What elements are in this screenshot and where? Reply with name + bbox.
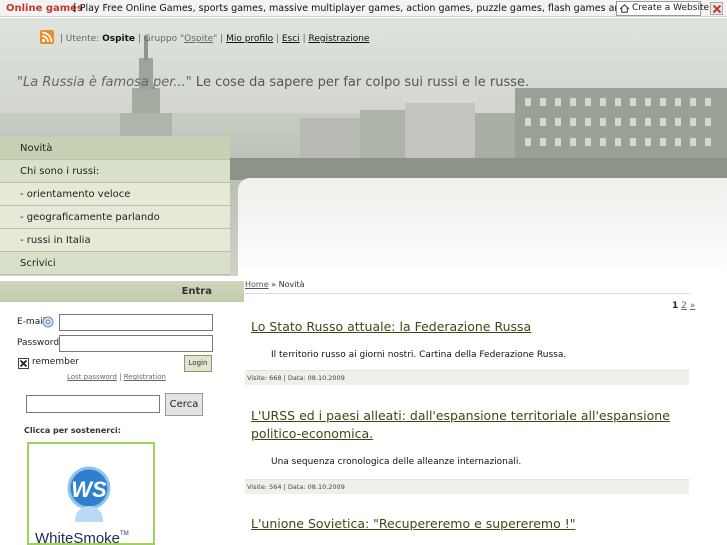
menu-item-scrivici[interactable]: Scrivici [0, 252, 230, 275]
create-website-button[interactable]: Create a Website [616, 1, 709, 16]
lost-password-link[interactable]: Lost password [67, 373, 117, 381]
create-website-label: Create a Website [632, 3, 710, 13]
whitesmoke-logo-icon: WS [67, 466, 111, 522]
checkmark-icon [19, 359, 28, 368]
close-ad-button[interactable] [710, 2, 723, 15]
remember-checkbox[interactable] [18, 358, 29, 369]
pagination: 1 2 » [672, 301, 695, 311]
login-links: Lost password | Registration [67, 373, 166, 381]
tagline-text: Le cose da sapere per far colpo sui russ… [191, 75, 530, 90]
menu-item-chi-sono[interactable]: Chi sono i russi: [0, 160, 230, 183]
header-river [238, 178, 727, 276]
login-button[interactable]: Login [184, 355, 212, 372]
links-sep: | [116, 373, 124, 381]
svg-text:WS: WS [71, 477, 107, 502]
login-header: Entra [0, 281, 244, 302]
search-input[interactable] [26, 395, 160, 413]
menu-item-russi-italia[interactable]: - russi in Italia [0, 229, 230, 252]
user-bar: | Utente: Ospite | Gruppo "Ospite" | Mio… [40, 30, 369, 44]
article-summary: Il territorio russo ai giorni nostri. Ca… [271, 350, 567, 360]
menu-item-geografia[interactable]: - geograficamente parlando [0, 206, 230, 229]
ad-brand-link[interactable]: Online games [6, 0, 83, 17]
close-icon [712, 4, 722, 14]
ad-promo-text[interactable]: [ Play Free Online Games, sports games, … [73, 0, 664, 17]
email-field[interactable] [59, 314, 213, 331]
article-meta: Visite: 564 | Data: 08.10.2009 [245, 479, 689, 494]
article-summary: Una sequenza cronologica delle alleanze … [271, 457, 522, 467]
sidebar-menu: Novità Chi sono i russi: - orientamento … [0, 137, 230, 275]
breadcrumb-sep: » [268, 280, 279, 289]
user-group: Ospite [184, 34, 214, 44]
tagline-quote: "La Russia è famosa per..." [17, 75, 192, 90]
remember-label: remember [32, 357, 80, 367]
userbar-sep: | Utente: [57, 34, 103, 44]
page-link-2[interactable]: 2 [681, 301, 687, 311]
user-name: Ospite [102, 34, 136, 44]
ad-bar: Online games [ Play Free Online Games, s… [0, 0, 727, 17]
house-icon [620, 4, 629, 13]
profile-link[interactable]: Mio profilo [226, 34, 273, 44]
page-next-link[interactable]: » [690, 301, 696, 311]
whitesmoke-banner[interactable]: WS WhiteSmokeTM [27, 442, 155, 545]
support-label: Clicca per sostenerci: [24, 426, 121, 435]
article-meta: Visite: 668 | Data: 08.10.2009 [245, 370, 689, 385]
registration-link[interactable]: Registration [124, 373, 166, 381]
logout-link[interactable]: Esci [282, 34, 300, 44]
userbar-sep: | Gruppo " [135, 34, 185, 44]
menu-item-orientamento[interactable]: - orientamento veloce [0, 183, 230, 206]
password-label: Password: [17, 338, 63, 348]
password-field[interactable] [59, 335, 213, 352]
userbar-sep: " | [213, 34, 227, 44]
menu-item-novita[interactable]: Novità [0, 137, 230, 160]
register-link[interactable]: Registrazione [308, 34, 369, 44]
article-title-link[interactable]: L'URSS ed i paesi alleati: dall'espansio… [251, 407, 681, 443]
breadcrumb: Home » Novità [245, 280, 690, 294]
search-button[interactable]: Cerca [165, 393, 203, 416]
article-title-link[interactable]: Lo Stato Russo attuale: la Federazione R… [251, 318, 681, 336]
breadcrumb-home-link[interactable]: Home [245, 280, 269, 289]
article-title-link[interactable]: L'unione Sovietica: "Recupereremo e supe… [251, 515, 681, 533]
page-current: 1 [672, 301, 679, 311]
rss-icon[interactable] [40, 30, 54, 44]
openid-icon[interactable] [42, 316, 54, 328]
site-tagline: "La Russia è famosa per..." Le cose da s… [17, 75, 529, 90]
whitesmoke-wordmark: WhiteSmokeTM [35, 530, 129, 545]
breadcrumb-current: Novità [278, 280, 305, 289]
userbar-sep: | [273, 34, 282, 44]
